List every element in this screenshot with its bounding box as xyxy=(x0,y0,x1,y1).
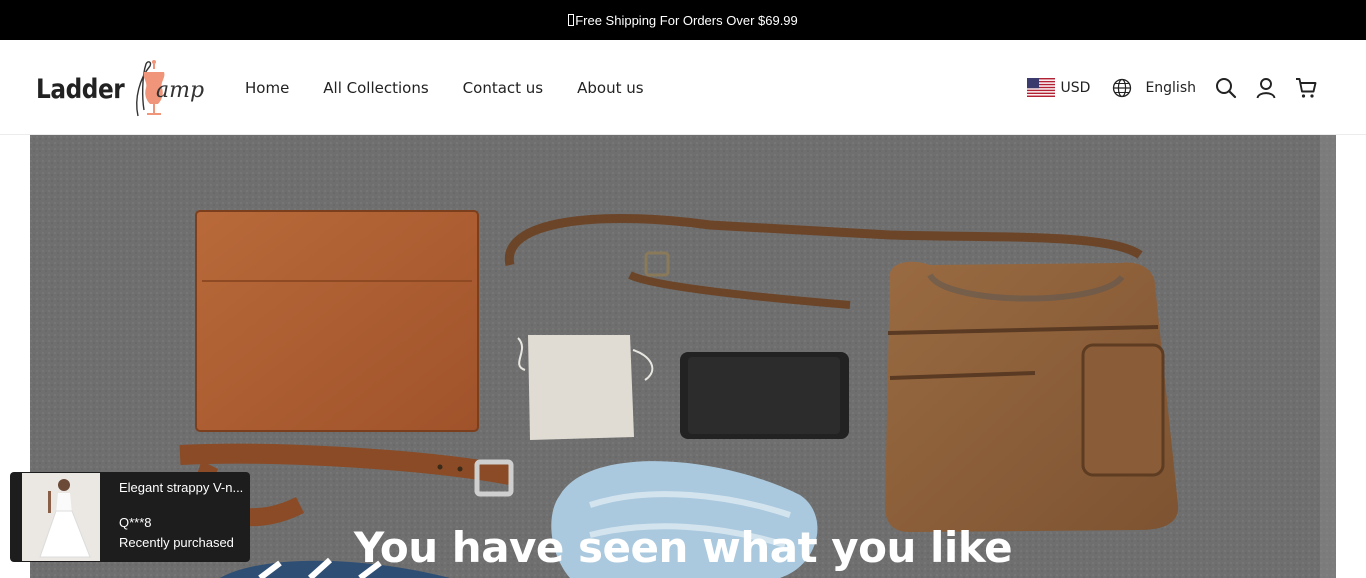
nav-home[interactable]: Home xyxy=(245,79,289,97)
logo-wordmark: Ladder xyxy=(36,74,125,105)
nav-contact-us[interactable]: Contact us xyxy=(463,79,543,97)
announcement-bar: Free Shipping For Orders Over $69.99 xyxy=(0,0,1366,40)
currency-selector[interactable]: USD xyxy=(1026,78,1091,97)
announcement-text: Free Shipping For Orders Over $69.99 xyxy=(575,12,798,28)
header-tools: USD English xyxy=(1026,40,1318,135)
popup-product-title: Elegant strappy V-n... xyxy=(119,480,244,495)
dress-image-icon xyxy=(22,473,100,561)
nav-about-us[interactable]: About us xyxy=(577,79,643,97)
popup-status: Recently purchased xyxy=(119,535,234,550)
account-icon[interactable] xyxy=(1254,76,1278,100)
search-icon[interactable] xyxy=(1214,76,1238,100)
language-label: English xyxy=(1145,79,1196,96)
currency-label: USD xyxy=(1060,79,1091,96)
language-selector[interactable]: English xyxy=(1112,78,1196,98)
logo-script-text: amp xyxy=(156,78,205,103)
popup-product-thumbnail xyxy=(22,473,100,561)
site-header: Ladder amp Home All Collections Contact … xyxy=(0,40,1366,135)
recent-purchase-popup[interactable]: Elegant strappy V-n... Q***8 Recently pu… xyxy=(10,472,250,562)
store-logo[interactable]: Ladder amp xyxy=(36,56,206,122)
popup-buyer: Q***8 xyxy=(119,515,152,530)
globe-icon xyxy=(1113,78,1132,97)
missing-glyph-icon xyxy=(568,14,575,26)
cart-icon[interactable] xyxy=(1294,76,1318,100)
popup-body: Elegant strappy V-n... Q***8 Recently pu… xyxy=(100,472,243,562)
us-flag-icon xyxy=(1026,78,1055,97)
nav-all-collections[interactable]: All Collections xyxy=(323,79,428,97)
main-nav: Home All Collections Contact us About us xyxy=(245,40,678,135)
